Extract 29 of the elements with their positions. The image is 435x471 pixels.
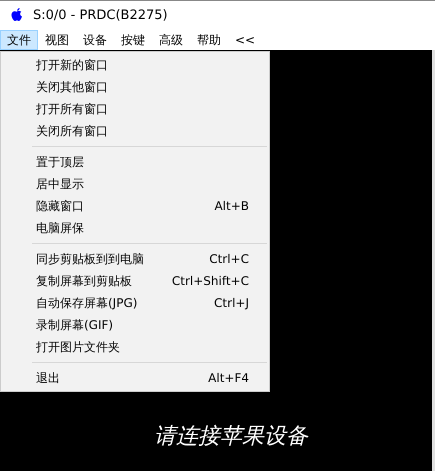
menu-item[interactable]: 隐藏窗口 Alt+B xyxy=(1,195,269,217)
menu-bar-item[interactable]: 高级 xyxy=(152,30,190,50)
menu-bar-item[interactable]: 设备 xyxy=(76,30,114,50)
menu-item[interactable]: 关闭所有窗口 xyxy=(1,120,269,142)
menu-item[interactable]: 复制屏幕到剪贴板 Ctrl+Shift+C xyxy=(1,270,269,292)
shortcut-label: Alt+F4 xyxy=(208,371,249,385)
menu-bar-item[interactable]: 按键 xyxy=(114,30,152,50)
shortcut-label: Ctrl+C xyxy=(209,252,249,266)
menu-item[interactable]: 退出 Alt+F4 xyxy=(1,367,269,389)
shortcut-label: Alt+B xyxy=(214,199,249,213)
window-title: S:0/0 - PRDC(B2275) xyxy=(33,8,168,23)
menu-bar-item[interactable]: << xyxy=(228,30,262,50)
menu-item[interactable]: 置于顶层 xyxy=(1,151,269,173)
menu-bar-item[interactable]: 视图 xyxy=(38,30,76,50)
menu-item[interactable]: 自动保存屏幕(JPG) Ctrl+J xyxy=(1,292,269,314)
menu-item[interactable]: 居中显示 xyxy=(1,173,269,195)
menu-bar-item[interactable]: 文件 xyxy=(0,30,38,50)
connect-message: 请连接苹果设备 xyxy=(154,423,308,451)
shortcut-label: Ctrl+Shift+C xyxy=(172,274,249,288)
menu-item[interactable]: 打开新的窗口 xyxy=(1,54,269,76)
menu-bar-item[interactable]: 帮助 xyxy=(190,30,228,50)
menu-item[interactable]: 打开图片文件夹 xyxy=(1,336,269,358)
menu-item[interactable]: 关闭其他窗口 xyxy=(1,76,269,98)
menu-item[interactable]: 打开所有窗口 xyxy=(1,98,269,120)
shortcut-label: Ctrl+J xyxy=(214,296,249,310)
menu-item[interactable]: 同步剪贴板到到电脑 Ctrl+C xyxy=(1,248,269,270)
menu-item[interactable]: 录制屏幕(GIF) xyxy=(1,314,269,336)
menu-item[interactable]: 电脑屏保 xyxy=(1,217,269,239)
apple-icon xyxy=(9,7,25,24)
